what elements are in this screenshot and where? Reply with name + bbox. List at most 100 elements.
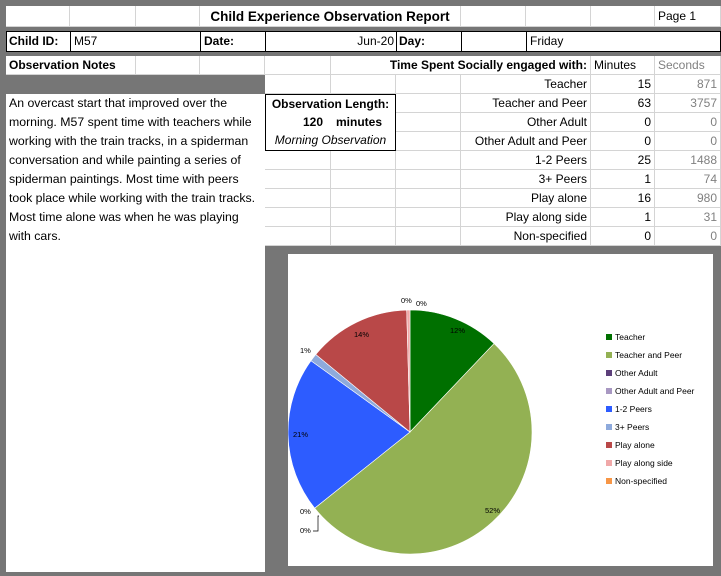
- legend-label: 1-2 Peers: [615, 404, 652, 414]
- row-minutes: 15: [591, 75, 655, 94]
- row-seconds: 871: [655, 75, 721, 94]
- legend-swatch: [606, 334, 612, 340]
- row-label: Teacher and Peer: [461, 94, 591, 113]
- leader-line: [313, 515, 319, 532]
- obs-length-unit: minutes: [336, 115, 383, 129]
- legend-item: 1-2 Peers: [606, 404, 652, 414]
- observation-length-box: Observation Length: 120 minutes Morning …: [265, 94, 396, 151]
- cell-blank: [396, 151, 461, 170]
- row-label: 1-2 Peers: [461, 151, 591, 170]
- row-seconds: 0: [655, 113, 721, 132]
- cell-blank: [265, 151, 331, 170]
- legend-swatch: [606, 406, 612, 412]
- legend-label: Other Adult: [615, 368, 658, 378]
- cell-blank: [396, 113, 461, 132]
- legend-swatch: [606, 442, 612, 448]
- cell-blank: [331, 170, 396, 189]
- divider: [461, 31, 462, 52]
- date-label: Date:: [204, 34, 235, 48]
- legend-label: Teacher: [615, 332, 646, 342]
- observation-notes: An overcast start that improved over the…: [6, 94, 265, 572]
- pie-data-label: 52%: [485, 506, 500, 515]
- child-id-value: M57: [74, 34, 98, 48]
- row-minutes: 25: [591, 151, 655, 170]
- legend-swatch: [606, 388, 612, 394]
- legend-swatch: [606, 352, 612, 358]
- pie-chart: 12% 52% 0% 0% 21% 1% 14% 0% 0% Teacher Teacher an…: [287, 254, 713, 566]
- cell-blank: [6, 6, 70, 27]
- row-label: Teacher: [461, 75, 591, 94]
- row-seconds: 980: [655, 189, 721, 208]
- cell-blank: [265, 170, 331, 189]
- legend-label: 3+ Peers: [615, 422, 650, 432]
- row-minutes: 63: [591, 94, 655, 113]
- cell-blank: [396, 132, 461, 151]
- report-title: Child Experience Observation Report: [200, 6, 461, 27]
- legend-item: Other Adult: [606, 368, 658, 378]
- notes-heading: Observation Notes: [6, 56, 136, 75]
- cell-blank: [396, 208, 461, 227]
- cell-blank: [591, 6, 655, 27]
- cell-blank: [396, 227, 461, 246]
- row-seconds: 0: [655, 132, 721, 151]
- row-seconds: 74: [655, 170, 721, 189]
- row-minutes: 0: [591, 132, 655, 151]
- legend-label: Teacher and Peer: [615, 350, 683, 360]
- row-minutes: 1: [591, 170, 655, 189]
- cell-blank: [396, 75, 461, 94]
- cell-blank: [331, 189, 396, 208]
- day-label: Day:: [399, 34, 426, 48]
- row-label: Play alone: [461, 189, 591, 208]
- row-minutes: 1: [591, 208, 655, 227]
- pie-data-label: 14%: [354, 330, 369, 339]
- row-minutes: 0: [591, 227, 655, 246]
- pie-data-label: 1%: [300, 346, 311, 355]
- cell-blank: [136, 56, 200, 75]
- cell-blank: [265, 189, 331, 208]
- legend-swatch: [606, 424, 612, 430]
- divider: [70, 31, 71, 52]
- cell-blank: [331, 227, 396, 246]
- legend-swatch: [606, 478, 612, 484]
- divider: [396, 31, 397, 52]
- cell-blank: [526, 6, 591, 27]
- obs-length-label: Observation Length:: [271, 97, 390, 111]
- legend-item: Play along side: [606, 458, 673, 468]
- child-id-label: Child ID:: [9, 34, 59, 48]
- pie-data-label: 12%: [450, 326, 465, 335]
- day-value: Friday: [530, 34, 564, 48]
- legend-item: Teacher and Peer: [606, 350, 682, 360]
- divider: [526, 31, 527, 52]
- obs-period: Morning Observation: [274, 133, 387, 147]
- row-label: Play along side: [461, 208, 591, 227]
- row-label: 3+ Peers: [461, 170, 591, 189]
- cell-blank: [265, 227, 331, 246]
- cell-blank: [70, 6, 136, 27]
- cell-blank: [136, 6, 200, 27]
- row-seconds: 31: [655, 208, 721, 227]
- legend-item: Other Adult and Peer: [606, 386, 694, 396]
- minutes-header: Minutes: [591, 56, 655, 75]
- pie-data-label: 0%: [416, 299, 427, 308]
- row-seconds: 3757: [655, 94, 721, 113]
- row-minutes: 0: [591, 113, 655, 132]
- legend-label: Non-specified: [615, 476, 667, 486]
- cell-blank: [265, 75, 331, 94]
- row-seconds: 0: [655, 227, 721, 246]
- legend-item: Play alone: [606, 440, 655, 450]
- page-label: Page 1: [655, 6, 721, 27]
- row-label: Other Adult: [461, 113, 591, 132]
- row-minutes: 16: [591, 189, 655, 208]
- cell-blank: [396, 170, 461, 189]
- row-seconds: 1488: [655, 151, 721, 170]
- legend-swatch: [606, 460, 612, 466]
- obs-length-value: 120: [302, 115, 323, 129]
- legend-label: Play alone: [615, 440, 655, 450]
- seconds-header: Seconds: [655, 56, 721, 75]
- legend-label: Other Adult and Peer: [615, 386, 695, 396]
- row-label: Other Adult and Peer: [461, 132, 591, 151]
- cell-blank: [331, 75, 396, 94]
- legend-item: 3+ Peers: [606, 422, 649, 432]
- cell-blank: [331, 151, 396, 170]
- pie-data-label: 0%: [300, 507, 311, 516]
